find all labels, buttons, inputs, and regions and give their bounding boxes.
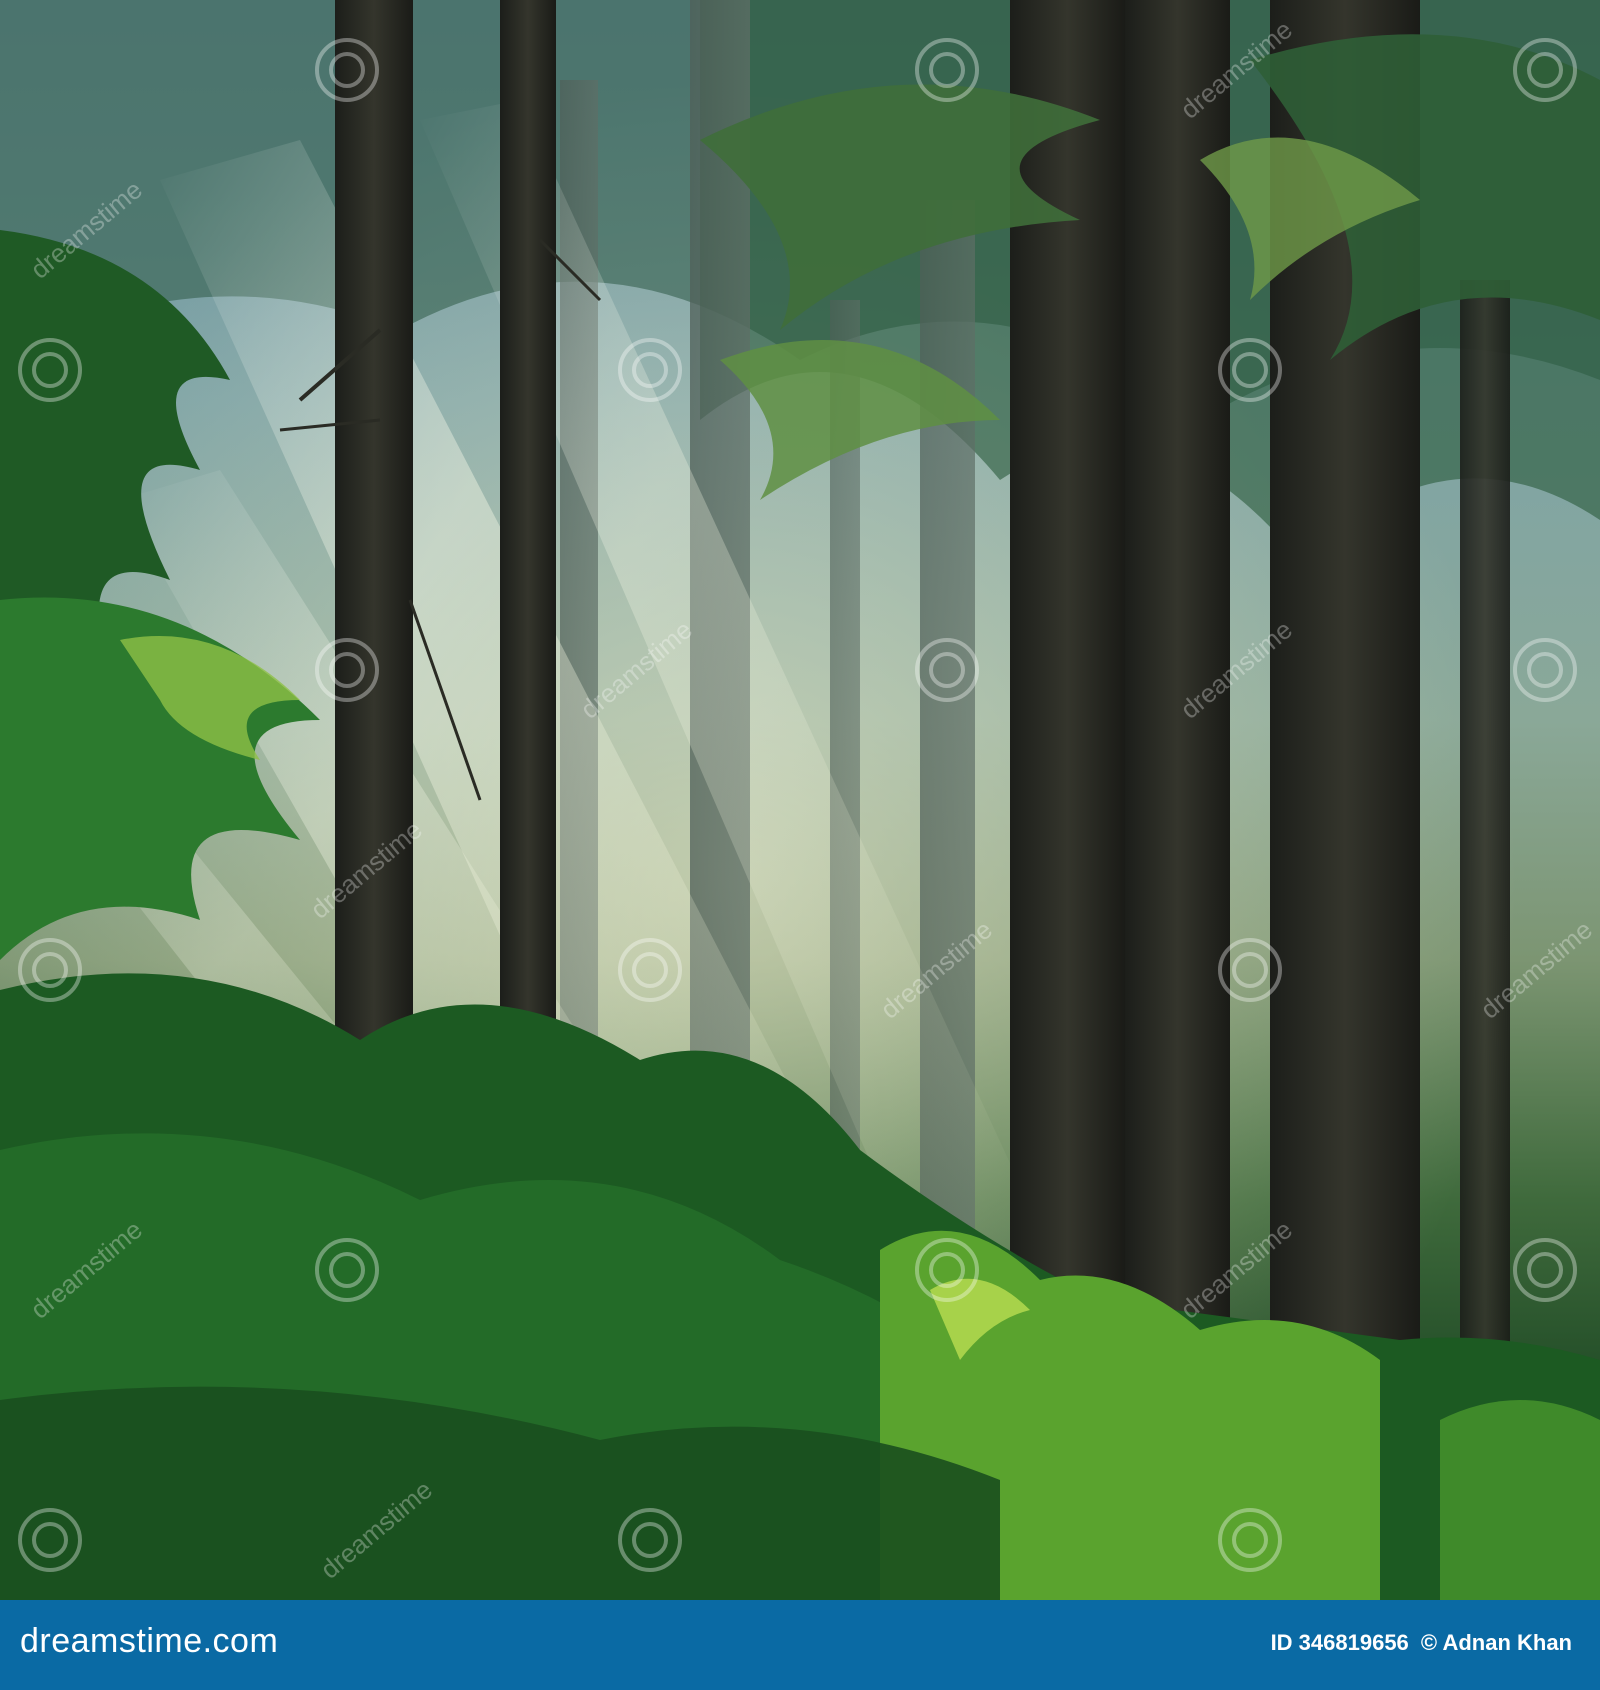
image-id: ID 346819656 [1270,1630,1409,1655]
forest-photo: dreamstime dreamstime dreamstime dreamst… [0,0,1600,1600]
copyright-icon: © [1420,1630,1438,1655]
author-name[interactable]: Adnan Khan [1442,1630,1572,1655]
dreamstime-logo[interactable]: dreamstime.com [20,1622,278,1661]
forest-scene: dreamstime dreamstime dreamstime dreamst… [0,0,1600,1600]
stock-footer-bar: dreamstime.com ID 346819656 © Adnan Khan [0,1600,1600,1690]
image-credit: ID 346819656 © Adnan Khan [1271,1630,1572,1656]
